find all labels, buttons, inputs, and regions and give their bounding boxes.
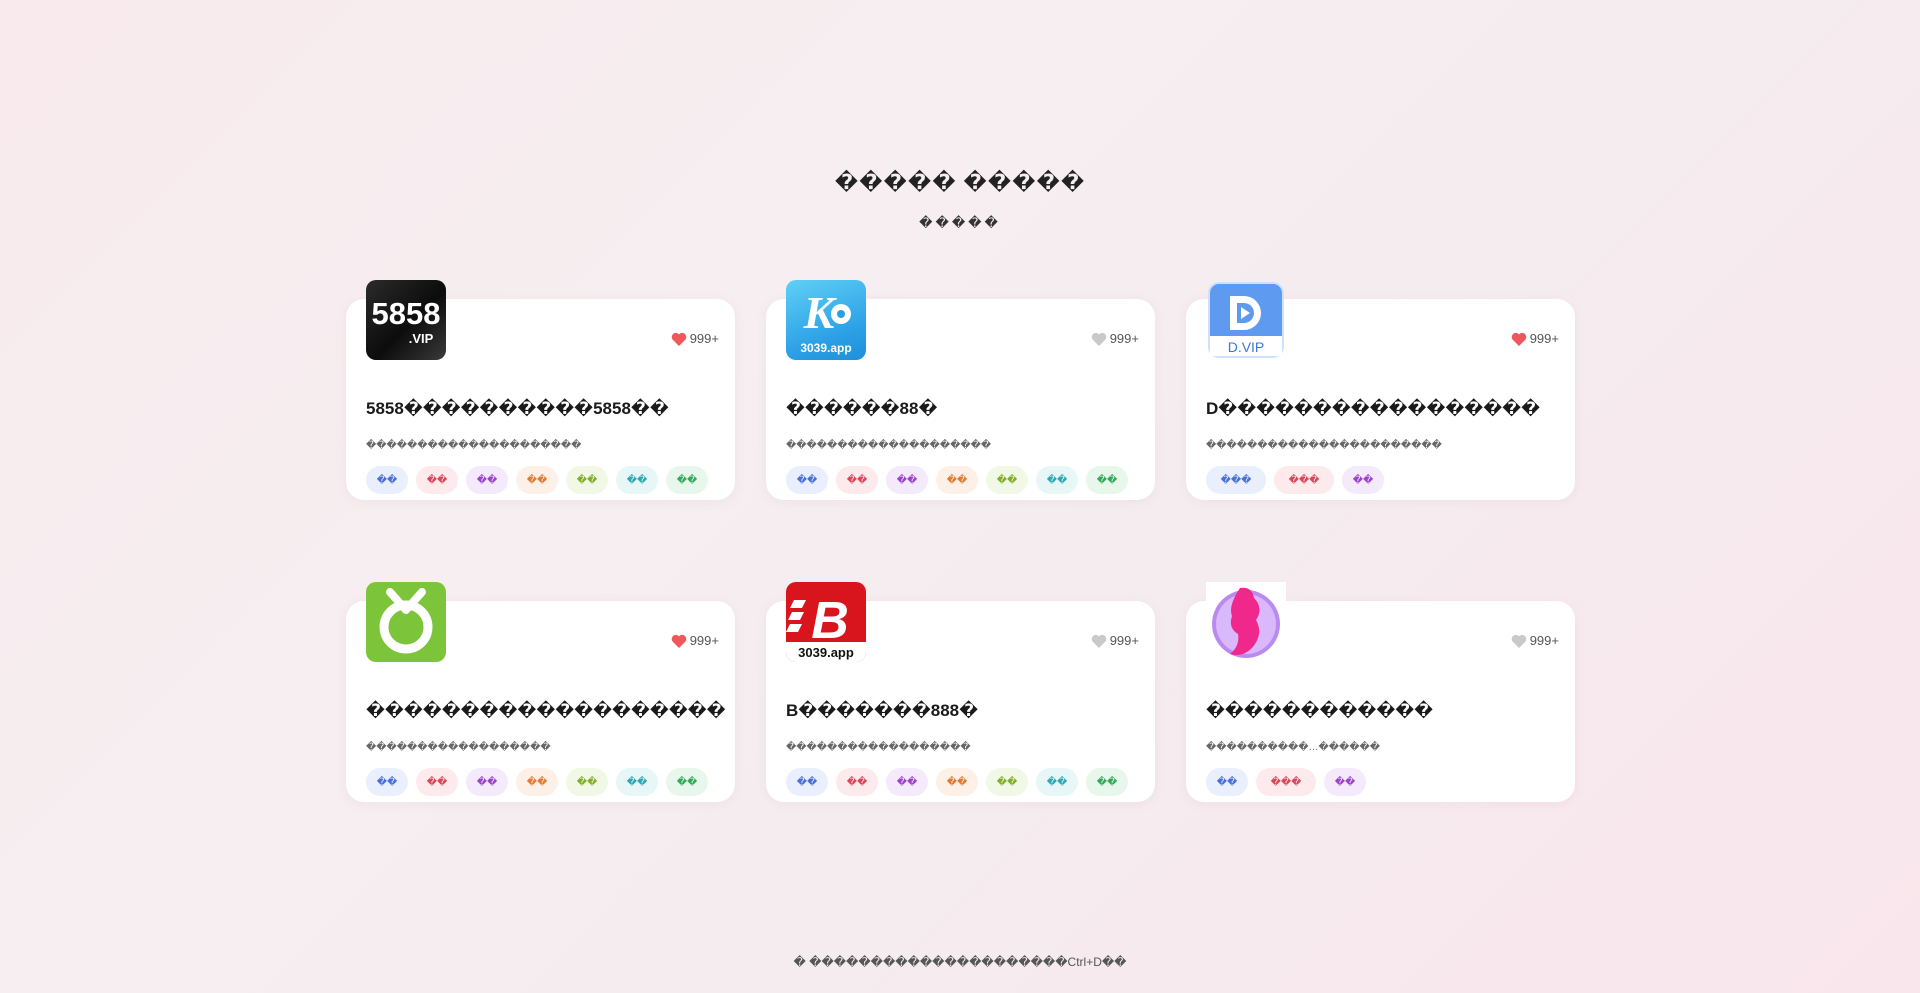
- tag-pill[interactable]: ��: [1036, 466, 1078, 494]
- svg-text:D.VIP: D.VIP: [1228, 339, 1265, 355]
- app-description: ���������������������: [366, 440, 582, 451]
- tag-pill[interactable]: ��: [936, 466, 978, 494]
- tag-pill[interactable]: ��: [466, 768, 508, 796]
- d-vip-icon: D.VIP: [1208, 282, 1284, 358]
- tag-pill[interactable]: ��: [986, 466, 1028, 494]
- app-name[interactable]: �������������������: [366, 701, 726, 721]
- page-header: ����� ����� �����: [0, 170, 1920, 231]
- app-icon-k[interactable]: K 3039.app: [786, 280, 866, 360]
- like-counter[interactable]: 999+: [1091, 633, 1139, 648]
- tag-list: �� �� �� �� �� �� ��: [786, 466, 1128, 494]
- app-icon-dvip[interactable]: D.VIP: [1206, 280, 1286, 360]
- tag-pill[interactable]: ��: [786, 768, 828, 796]
- svg-text:3039.app: 3039.app: [798, 645, 854, 660]
- like-counter[interactable]: 999+: [671, 633, 719, 648]
- tag-list: ��� ��� ��: [1206, 466, 1384, 494]
- tag-pill[interactable]: ��: [886, 768, 928, 796]
- app-name[interactable]: D�����������������: [1206, 399, 1540, 419]
- page-title: ����� �����: [834, 171, 1086, 194]
- heart-icon: [1511, 332, 1526, 346]
- k-ball-icon: K 3039.app: [800, 287, 851, 355]
- app-name[interactable]: ������88�: [786, 399, 937, 419]
- like-count: 999+: [689, 633, 719, 648]
- page-subtitle: �����: [919, 215, 1001, 230]
- tag-pill[interactable]: ��: [516, 768, 558, 796]
- tag-pill[interactable]: ���: [1256, 768, 1316, 796]
- tag-pill[interactable]: ��: [1086, 768, 1128, 796]
- svg-text:5858: 5858: [372, 296, 441, 331]
- tag-pill[interactable]: ��: [366, 768, 408, 796]
- app-card[interactable]: D.VIP 999+ D����������������� ����������…: [1186, 280, 1575, 500]
- like-count: 999+: [1109, 633, 1139, 648]
- app-description: ����������…������: [1206, 742, 1381, 753]
- tag-list: �� �� �� �� �� �� ��: [366, 466, 708, 494]
- tag-pill[interactable]: ��: [886, 466, 928, 494]
- tag-pill[interactable]: ��: [1324, 768, 1366, 796]
- like-count: 999+: [1529, 633, 1559, 648]
- app-card[interactable]: B 3039.app 999+ B�������888� �����������…: [766, 582, 1155, 802]
- svg-text:3039.app: 3039.app: [800, 341, 851, 355]
- tag-pill[interactable]: ��: [836, 466, 878, 494]
- app-icon-green[interactable]: [366, 582, 446, 662]
- app-icon-pink[interactable]: [1206, 582, 1286, 662]
- footer-bookmark-hint: � ���������������������Ctrl+D��: [793, 955, 1127, 969]
- tag-pill[interactable]: ��: [516, 466, 558, 494]
- app-icon-b[interactable]: B 3039.app: [786, 582, 866, 662]
- tag-list: �� �� �� �� �� �� ��: [786, 768, 1128, 796]
- app-description: �����������������������: [1206, 440, 1442, 451]
- app-name[interactable]: 5858����������5858��: [366, 399, 669, 419]
- tag-list: �� ��� ��: [1206, 768, 1366, 796]
- green-ring-icon: [379, 588, 433, 654]
- tag-list: �� �� �� �� �� �� ��: [366, 768, 708, 796]
- tag-pill[interactable]: ��: [786, 466, 828, 494]
- app-card[interactable]: K 3039.app 999+ ������88� ��������������…: [766, 280, 1155, 500]
- tag-pill[interactable]: ��: [936, 768, 978, 796]
- tag-pill[interactable]: ��: [666, 466, 708, 494]
- tag-pill[interactable]: ��: [1342, 466, 1384, 494]
- app-card[interactable]: 999+ ������������������� ���������������…: [346, 582, 735, 802]
- tag-pill[interactable]: ��: [836, 768, 878, 796]
- tag-pill[interactable]: ��: [616, 768, 658, 796]
- tag-pill[interactable]: ��: [466, 466, 508, 494]
- tag-pill[interactable]: ��: [1036, 768, 1078, 796]
- heart-icon: [1511, 634, 1526, 648]
- b-3039-icon: B 3039.app: [786, 592, 866, 662]
- tag-pill[interactable]: ��: [566, 466, 608, 494]
- heart-icon: [671, 332, 686, 346]
- like-counter[interactable]: 999+: [1091, 331, 1139, 346]
- like-counter[interactable]: 999+: [1511, 633, 1559, 648]
- tag-pill[interactable]: ��: [366, 466, 408, 494]
- heart-icon: [1091, 332, 1106, 346]
- tag-pill[interactable]: ���: [1274, 466, 1334, 494]
- tag-pill[interactable]: ��: [1206, 768, 1248, 796]
- app-name[interactable]: ������������: [1206, 701, 1433, 721]
- app-card[interactable]: 5858 .VIP 999+ 5858����������5858�� ����…: [346, 280, 735, 500]
- app-name[interactable]: B�������888�: [786, 701, 978, 721]
- app-description: ������������������: [786, 742, 971, 753]
- tag-pill[interactable]: ��: [986, 768, 1028, 796]
- like-count: 999+: [1109, 331, 1139, 346]
- pink-silhouette-icon: [1212, 587, 1280, 658]
- tag-pill[interactable]: ��: [666, 768, 708, 796]
- tag-pill[interactable]: ��: [416, 768, 458, 796]
- like-count: 999+: [689, 331, 719, 346]
- heart-icon: [1091, 634, 1106, 648]
- tag-pill[interactable]: ��: [616, 466, 658, 494]
- like-count: 999+: [1529, 331, 1559, 346]
- app-description: ��������������������: [786, 440, 992, 451]
- app-card[interactable]: 999+ ������������ ����������…������ �� ��…: [1186, 582, 1575, 802]
- app-icon-5858[interactable]: 5858 .VIP: [366, 280, 446, 360]
- like-counter[interactable]: 999+: [1511, 331, 1559, 346]
- tag-pill[interactable]: ���: [1206, 466, 1266, 494]
- app-description: ������������������: [366, 742, 551, 753]
- heart-icon: [671, 634, 686, 648]
- like-counter[interactable]: 999+: [671, 331, 719, 346]
- 5858-vip-icon: 5858 .VIP: [372, 296, 441, 346]
- tag-pill[interactable]: ��: [416, 466, 458, 494]
- svg-text:.VIP: .VIP: [409, 331, 434, 346]
- app-grid: 5858 .VIP 999+ 5858����������5858�� ����…: [346, 280, 1575, 802]
- tag-pill[interactable]: ��: [1086, 466, 1128, 494]
- tag-pill[interactable]: ��: [566, 768, 608, 796]
- svg-text:B: B: [811, 592, 849, 650]
